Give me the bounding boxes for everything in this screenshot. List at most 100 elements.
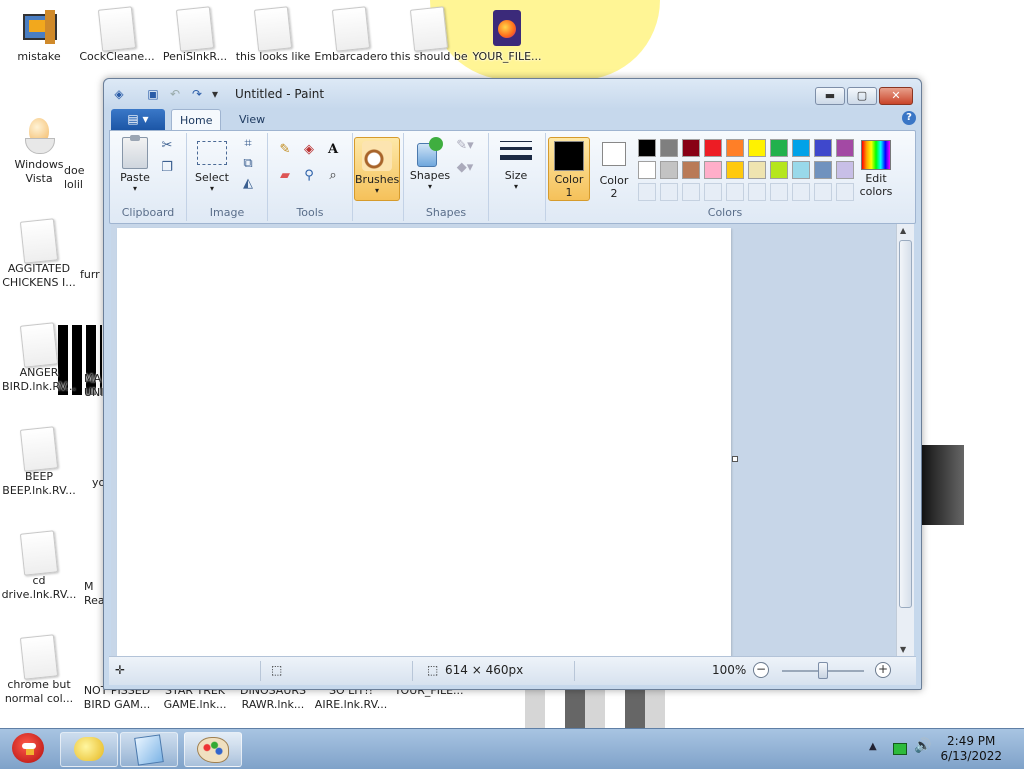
color-swatch[interactable] — [814, 139, 832, 157]
desktop-icon-partial[interactable]: MA UNI — [84, 372, 104, 400]
outline-icon[interactable]: ✎▾ — [456, 137, 474, 155]
paint-menu-button[interactable]: ▤ ▾ — [111, 109, 165, 130]
color-swatch[interactable] — [638, 139, 656, 157]
desktop-icon[interactable]: ANGER BIRD.lnk.RV... — [0, 322, 78, 394]
color-swatch[interactable] — [660, 139, 678, 157]
paste-button[interactable]: Paste ▾ — [114, 135, 156, 193]
maximize-button[interactable]: ▢ — [847, 87, 877, 105]
size-button[interactable]: Size ▾ — [493, 137, 539, 191]
save-icon[interactable]: ▣ — [146, 87, 160, 101]
desktop-icon[interactable]: BEEP BEEP.lnk.RV... — [0, 426, 78, 498]
color-swatch[interactable] — [726, 139, 744, 157]
zoom-out-button[interactable]: − — [753, 662, 769, 678]
color-swatch[interactable] — [704, 183, 722, 201]
taskbar-app-notepad[interactable] — [120, 732, 178, 767]
color-swatch[interactable] — [792, 161, 810, 179]
color-picker-icon[interactable]: ⚲ — [300, 167, 318, 185]
undo-icon[interactable]: ↶ — [168, 87, 182, 101]
color-swatch[interactable] — [726, 161, 744, 179]
rotate-icon[interactable]: ◭ — [239, 175, 257, 193]
start-button[interactable] — [4, 729, 52, 769]
taskbar-clock[interactable]: 2:49 PM 6/13/2022 — [940, 734, 1002, 764]
color2-button[interactable]: Color 2 — [594, 137, 634, 200]
color-swatch[interactable] — [638, 183, 656, 201]
taskbar-app-paint[interactable] — [184, 732, 242, 767]
desktop-icon-partial[interactable]: furr — [80, 268, 104, 282]
desktop-icon[interactable]: PeniSlnkR... — [156, 6, 234, 64]
desktop-icon[interactable]: CockCleane... — [78, 6, 156, 64]
tab-home[interactable]: Home — [171, 109, 222, 131]
title-bar[interactable]: ◈ ▣ ↶ ↷ ▾ Untitled - Paint ▬ ▢ ✕ — [104, 79, 921, 109]
color-swatch[interactable] — [748, 139, 766, 157]
magnifier-icon[interactable]: ⌕ — [324, 167, 342, 185]
color-swatch[interactable] — [770, 139, 788, 157]
color-swatch[interactable] — [704, 161, 722, 179]
drawing-canvas[interactable] — [117, 228, 731, 656]
scroll-down-arrow-icon[interactable]: ▼ — [900, 645, 906, 654]
volume-icon[interactable]: 🔊 — [914, 738, 931, 754]
tab-view[interactable]: View — [231, 109, 273, 130]
color1-button[interactable]: Color 1 — [548, 137, 590, 201]
copy-icon[interactable]: ❐ — [158, 159, 176, 177]
pencil-icon[interactable]: ✎ — [276, 141, 294, 159]
paint-app-icon[interactable]: ◈ — [112, 87, 126, 101]
color-swatch[interactable] — [770, 183, 788, 201]
select-button[interactable]: Select ▾ — [191, 137, 233, 193]
desktop-icon[interactable]: YOUR_FILE... — [468, 8, 546, 64]
paint-window[interactable]: ◈ ▣ ↶ ↷ ▾ Untitled - Paint ▬ ▢ ✕ ▤ ▾ Hom… — [103, 78, 922, 690]
color-swatch[interactable] — [726, 183, 744, 201]
color-swatch[interactable] — [748, 161, 766, 179]
text-icon[interactable]: A — [324, 141, 342, 159]
edit-colors-button[interactable]: Edit colors — [852, 137, 900, 198]
chevron-down-icon: ▾ — [427, 182, 432, 191]
color-swatch[interactable] — [638, 161, 656, 179]
desktop-icon[interactable]: this should be — [390, 6, 468, 64]
zoom-in-button[interactable]: + — [875, 662, 891, 678]
zoom-slider-thumb[interactable] — [818, 662, 828, 679]
vertical-scrollbar[interactable]: ▲ ▼ — [896, 224, 914, 656]
desktop-icon[interactable]: cd drive.lnk.RV... — [0, 530, 78, 602]
color-swatch[interactable] — [770, 161, 788, 179]
color-swatch[interactable] — [660, 161, 678, 179]
desktop-icon[interactable]: chrome but normal col... — [0, 634, 78, 706]
color-swatch[interactable] — [814, 183, 832, 201]
desktop-icon-partial[interactable]: doe lolil — [64, 164, 104, 192]
resize-icon[interactable]: ⧉ — [239, 155, 257, 173]
color-swatch[interactable] — [682, 161, 700, 179]
fill-icon[interactable]: ◈ — [300, 141, 318, 159]
help-icon[interactable]: ? — [902, 111, 916, 125]
desktop-icon[interactable]: mistake — [0, 8, 78, 64]
desktop-icon-partial[interactable]: M Rea — [84, 580, 104, 608]
egg-icon — [19, 116, 59, 156]
color-swatch[interactable] — [814, 161, 832, 179]
color-swatch[interactable] — [660, 183, 678, 201]
color-swatch[interactable] — [682, 139, 700, 157]
canvas-resize-handle[interactable] — [732, 456, 738, 462]
taskbar-app-explorer[interactable] — [60, 732, 118, 767]
scroll-up-arrow-icon[interactable]: ▲ — [900, 226, 906, 235]
color-swatch[interactable] — [704, 139, 722, 157]
scrollbar-thumb[interactable] — [899, 240, 912, 608]
close-button[interactable]: ✕ — [879, 87, 913, 105]
redo-icon[interactable]: ↷ — [190, 87, 204, 101]
network-icon[interactable] — [893, 743, 907, 755]
desktop-icon[interactable]: AGGITATED CHICKENS I... — [0, 218, 78, 290]
show-hidden-icons-chevron-icon[interactable]: ▲ — [869, 741, 877, 752]
crop-icon[interactable]: ⌗ — [239, 135, 257, 153]
document-icon — [175, 6, 215, 52]
minimize-button[interactable]: ▬ — [815, 87, 845, 105]
customize-toolbar-chevron-icon[interactable]: ▾ — [208, 87, 222, 101]
eraser-icon[interactable]: ▰ — [276, 167, 294, 185]
shapes-button[interactable]: Shapes ▾ — [408, 137, 452, 191]
desktop-icon[interactable]: this looks like — [234, 6, 312, 64]
desktop-icon[interactable]: Embarcadero — [312, 6, 390, 64]
shape-fill-icon[interactable]: ◆▾ — [456, 159, 474, 177]
canvas-workspace[interactable] — [111, 224, 896, 656]
brushes-button[interactable]: Brushes ▾ — [354, 137, 400, 201]
color-swatch[interactable] — [748, 183, 766, 201]
color-swatch[interactable] — [792, 183, 810, 201]
cursor-position-icon: ✛ — [115, 663, 126, 677]
color-swatch[interactable] — [792, 139, 810, 157]
color-swatch[interactable] — [682, 183, 700, 201]
cut-icon[interactable]: ✂ — [158, 137, 176, 155]
